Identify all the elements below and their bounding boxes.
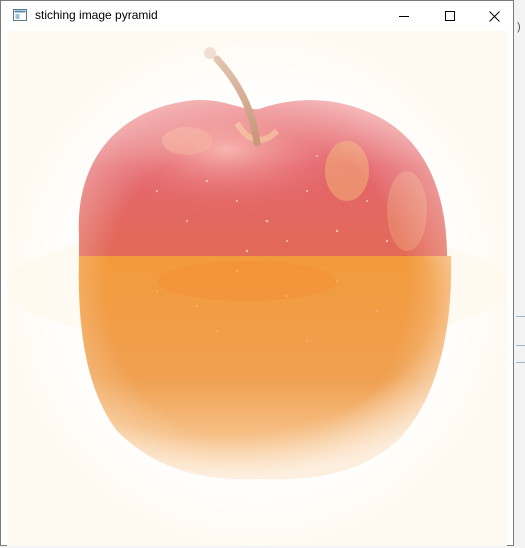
image-canvas (7, 31, 507, 546)
close-button[interactable] (473, 1, 515, 31)
background-text-fragment: ) (517, 21, 521, 33)
maximize-button[interactable] (427, 1, 473, 31)
maximize-icon (445, 11, 455, 21)
title-bar[interactable]: stiching image pyramid (1, 1, 513, 31)
window-app-icon[interactable] (13, 9, 27, 21)
blended-fruit-image (7, 31, 507, 546)
background-divider (516, 362, 525, 363)
minimize-button[interactable] (381, 1, 427, 31)
minimize-icon (399, 16, 409, 17)
background-divider (516, 345, 525, 346)
close-icon (488, 10, 500, 22)
app-window: stiching image pyramid (0, 0, 514, 546)
background-desktop-strip (514, 0, 525, 548)
background-divider (516, 316, 525, 317)
window-title: stiching image pyramid (35, 8, 158, 22)
